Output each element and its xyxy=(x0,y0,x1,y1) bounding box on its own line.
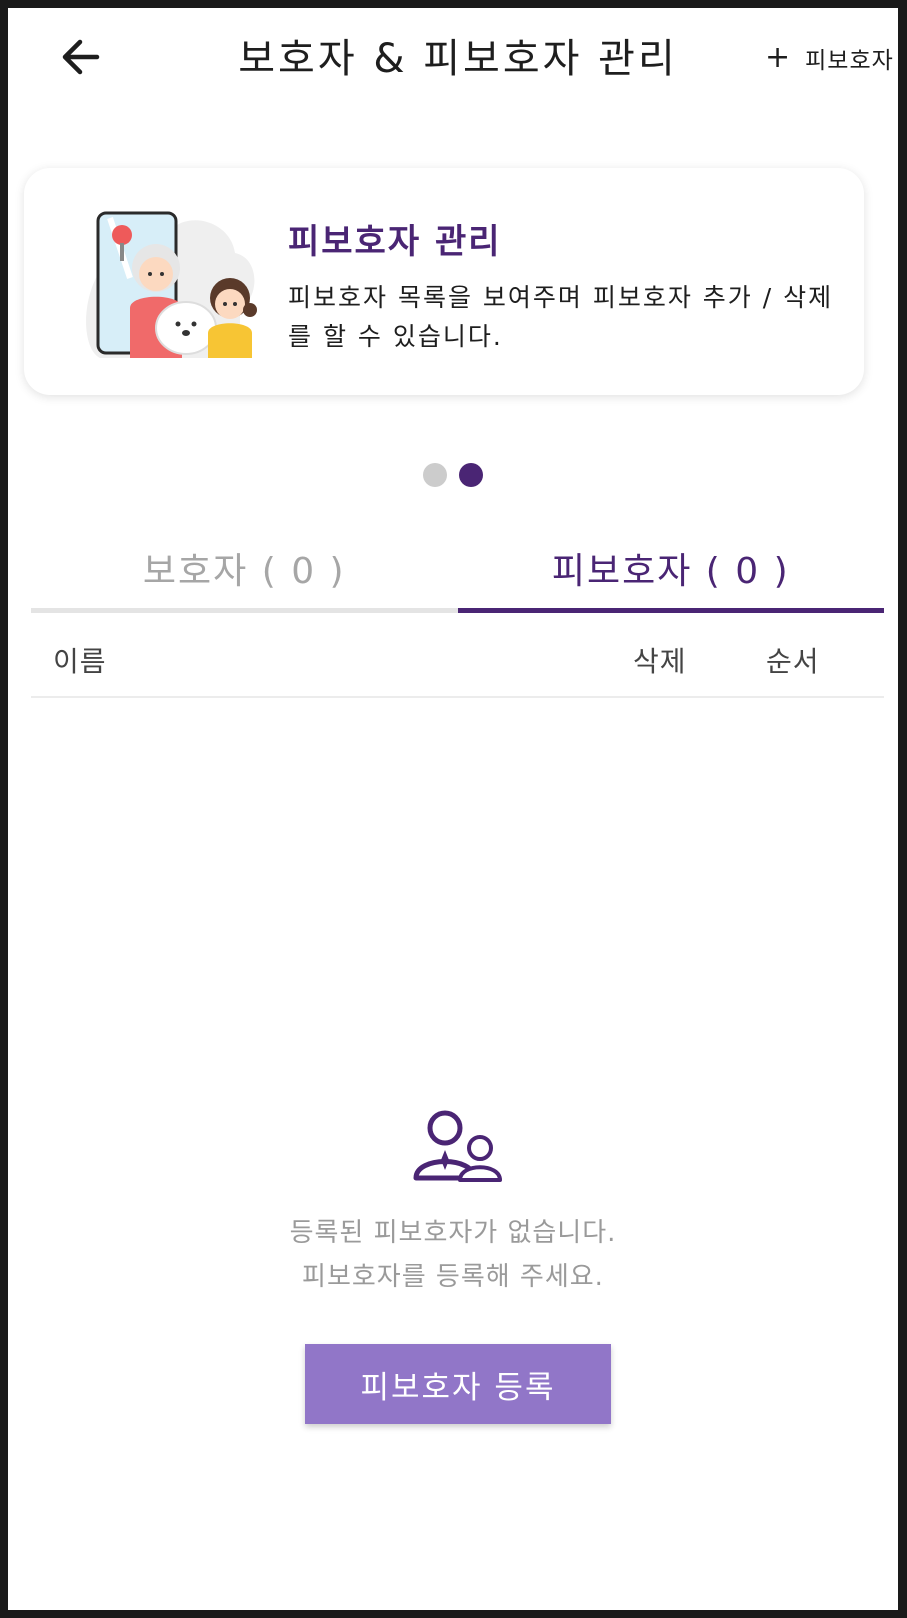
tab-wards[interactable]: 피보호자 ( 0 ) xyxy=(457,528,885,613)
grandma-child-dog-phone-illustration xyxy=(86,211,257,358)
add-ward-button[interactable]: + 피보호자 xyxy=(765,38,894,78)
carousel-dot-2[interactable] xyxy=(459,463,483,487)
arrow-left-icon xyxy=(62,39,100,75)
column-header-name: 이름 xyxy=(53,645,107,678)
banner-title: 피보호자 관리 xyxy=(288,222,502,262)
page-title: 보호자 & 피보호자 관리 xyxy=(238,36,678,82)
banner-card: 피보호자 관리 피보호자 목록을 보여주며 피보호자 추가 / 삭제를 할 수 … xyxy=(24,168,864,395)
empty-state-message: 등록된 피보호자가 없습니다. 피보호자를 등록해 주세요. xyxy=(8,1211,898,1299)
carousel-dots xyxy=(8,463,898,487)
tab-guardians[interactable]: 보호자 ( 0 ) xyxy=(31,528,458,608)
back-button[interactable] xyxy=(50,30,110,84)
tab-bar: 보호자 ( 0 ) 피보호자 ( 0 ) xyxy=(31,528,884,613)
plus-icon: + xyxy=(765,40,792,75)
column-header-order: 순서 xyxy=(766,645,820,678)
register-ward-button[interactable]: 피보호자 등록 xyxy=(305,1344,611,1424)
screen: 보호자 & 피보호자 관리 + 피보호자 피보호자 관리 피보호자 목록을 보여… xyxy=(8,8,898,1610)
carousel-dot-1[interactable] xyxy=(423,463,447,487)
table-header: 이름 삭제 순서 xyxy=(31,618,884,698)
banner-description: 피보호자 목록을 보여주며 피보호자 추가 / 삭제를 할 수 있습니다. xyxy=(288,283,834,351)
empty-state-line-1: 등록된 피보호자가 없습니다. xyxy=(289,1218,617,1248)
guardian-ward-people-icon xyxy=(413,1110,502,1182)
empty-state-line-2: 피보호자를 등록해 주세요. xyxy=(302,1262,604,1292)
column-header-delete: 삭제 xyxy=(633,645,687,678)
add-ward-label: 피보호자 xyxy=(805,48,894,74)
